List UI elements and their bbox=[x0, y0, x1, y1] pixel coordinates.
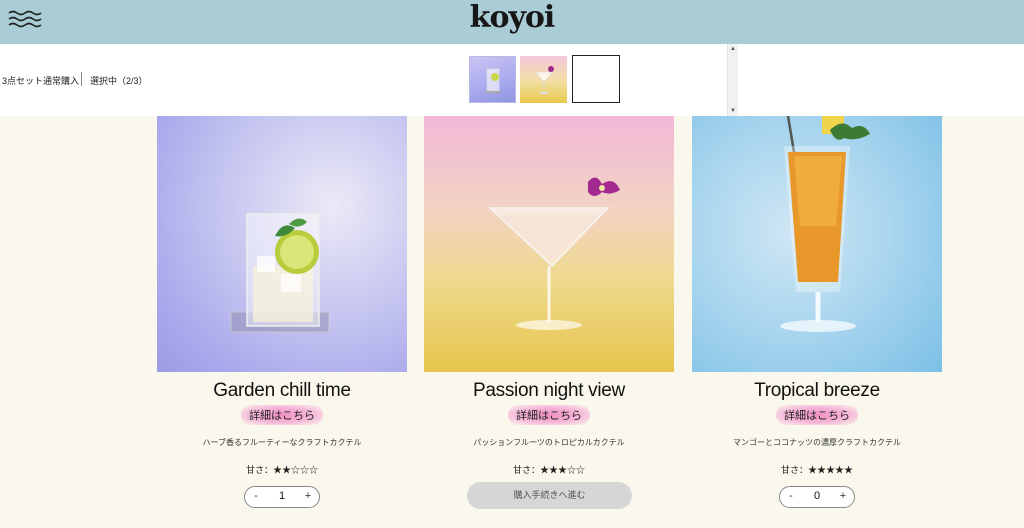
empty-thumbnail-slot[interactable] bbox=[572, 55, 620, 103]
product-description: マンゴーとココナッツの濃厚クラフトカクテル bbox=[733, 438, 901, 447]
details-link[interactable]: 詳細はこちら bbox=[241, 405, 323, 425]
product-image-tropical-breeze[interactable] bbox=[692, 116, 942, 372]
selected-thumbnail-garden-chill-time[interactable] bbox=[469, 56, 516, 103]
sweetness-rating: 甘さ：★★★☆☆ bbox=[512, 465, 585, 475]
scroll-up-arrow-icon[interactable]: ▲ bbox=[730, 46, 736, 52]
product-card-passion-night-view: Passion night view 詳細はこちら パッションフルーツのトロピカ… bbox=[424, 116, 674, 509]
product-description: ハーブ香るフルーティーなクラフトカクテル bbox=[202, 438, 362, 447]
product-card-tropical-breeze: Tropical breeze 詳細はこちら マンゴーとココナッツの濃厚クラフト… bbox=[692, 116, 942, 508]
selection-bar: 3点セット通常購入 選択中（2/3） ▲ ▼ bbox=[0, 44, 1024, 116]
quantity-stepper: - 0 + bbox=[779, 486, 855, 508]
set-type-label: 3点セット通常購入 bbox=[2, 76, 80, 86]
details-link[interactable]: 詳細はこちら bbox=[508, 405, 590, 425]
sweetness-rating: 甘さ：★★☆☆☆ bbox=[245, 465, 318, 475]
top-header: koyoi bbox=[0, 0, 1024, 44]
increase-quantity-button[interactable]: + bbox=[301, 490, 315, 502]
product-title: Garden chill time bbox=[213, 380, 351, 401]
divider bbox=[81, 72, 82, 86]
selection-status: 選択中（2/3） bbox=[90, 76, 148, 86]
product-image-passion-night-view[interactable] bbox=[424, 116, 674, 372]
scroll-down-arrow-icon[interactable]: ▼ bbox=[730, 108, 736, 114]
product-image-garden-chill-time[interactable] bbox=[157, 116, 407, 372]
product-card-garden-chill-time: Garden chill time 詳細はこちら ハーブ香るフルーティーなクラフ… bbox=[157, 116, 407, 508]
product-title: Tropical breeze bbox=[754, 380, 880, 401]
increase-quantity-button[interactable]: + bbox=[836, 490, 850, 502]
sweetness-rating: 甘さ：★★★★★ bbox=[780, 465, 853, 475]
quantity-stepper: - 1 + bbox=[244, 486, 320, 508]
selection-scrollbar[interactable]: ▲ ▼ bbox=[727, 44, 738, 116]
product-title: Passion night view bbox=[473, 380, 625, 401]
selected-thumbnail-passion-night-view[interactable] bbox=[520, 56, 567, 103]
product-description: パッションフルーツのトロピカルカクテル bbox=[473, 438, 625, 447]
brand-logo[interactable]: koyoi bbox=[0, 0, 1024, 44]
proceed-to-checkout-button[interactable]: 購入手続きへ進む bbox=[467, 482, 632, 509]
details-link[interactable]: 詳細はこちら bbox=[776, 405, 858, 425]
